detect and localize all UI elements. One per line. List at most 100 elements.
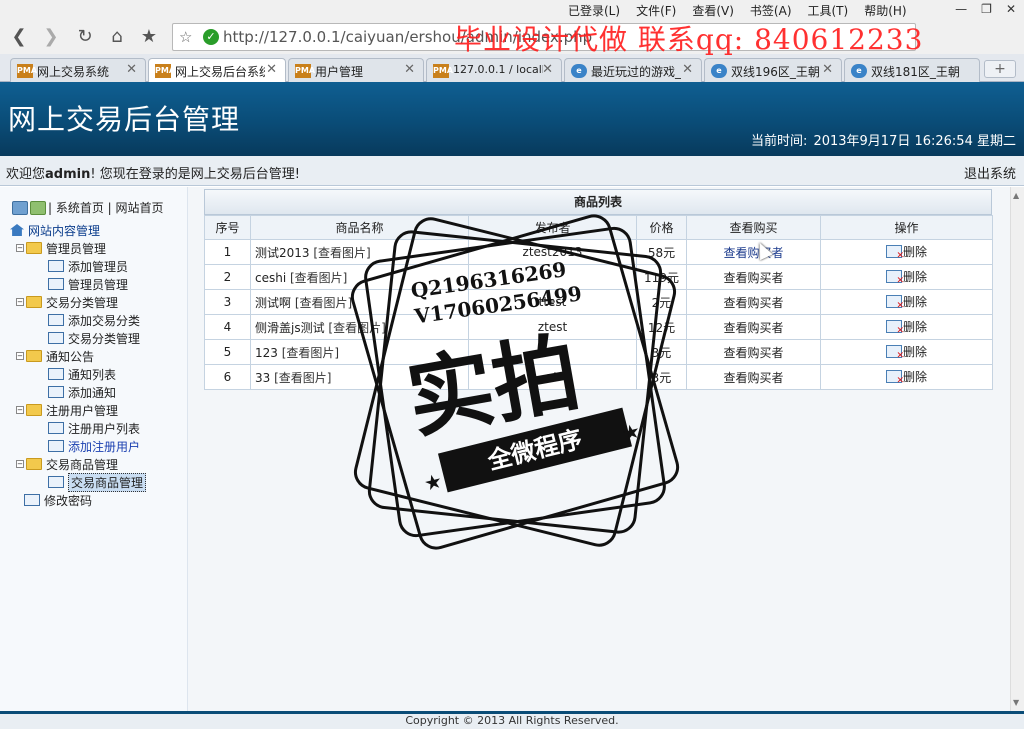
- cell-id: 3: [204, 289, 251, 315]
- cell-actions: 删除: [820, 289, 993, 315]
- welcome-message: 欢迎您admin! 您现在登录的是网上交易后台管理!: [6, 167, 300, 182]
- scroll-up-icon[interactable]: ▲: [1013, 191, 1019, 200]
- view-buyers-link[interactable]: 查看购买者: [723, 321, 783, 335]
- tree-root[interactable]: 网站内容管理: [10, 221, 146, 239]
- tab-5[interactable]: e 最近玩过的游戏_ ✕: [564, 58, 702, 82]
- back-icon[interactable]: ❮: [6, 24, 32, 50]
- tab-2[interactable]: PMA 网上交易后台系统 ✕: [148, 58, 286, 82]
- pma-icon: PMA: [295, 64, 315, 78]
- minimize-icon[interactable]: —: [955, 2, 967, 16]
- tree-item-change-password[interactable]: 修改密码: [10, 491, 146, 509]
- tree-group-users[interactable]: − 注册用户管理: [10, 401, 146, 419]
- collapse-icon[interactable]: −: [16, 460, 24, 468]
- cell-buyers: 查看购买者: [686, 289, 821, 315]
- delete-icon: [885, 245, 904, 261]
- page-icon: [48, 368, 64, 380]
- menu-tools[interactable]: 工具(T): [808, 2, 849, 19]
- goods-name: 侧滑盖js测试: [255, 320, 325, 335]
- tab-close-icon[interactable]: ✕: [404, 62, 415, 77]
- tree-group-admin[interactable]: − 管理员管理: [10, 239, 146, 257]
- menu-file[interactable]: 文件(F): [636, 2, 676, 19]
- delete-button[interactable]: 删除: [885, 318, 927, 336]
- cell-actions: 删除: [820, 339, 993, 365]
- tab-close-icon[interactable]: ✕: [542, 62, 553, 77]
- cell-id: 1: [204, 239, 251, 265]
- collapse-icon[interactable]: −: [16, 244, 24, 252]
- menu-view[interactable]: 查看(V): [692, 2, 734, 19]
- home-icon: [10, 224, 24, 236]
- star-icon[interactable]: ☆: [179, 28, 192, 46]
- tab-label: 最近玩过的游戏_: [591, 65, 681, 79]
- reload-icon[interactable]: ↻: [72, 24, 98, 50]
- tab-4[interactable]: PMA 127.0.0.1 / localhost ✕: [426, 58, 562, 82]
- collapse-icon[interactable]: −: [16, 298, 24, 306]
- ie-icon: e: [711, 64, 727, 78]
- tab-6[interactable]: e 双线196区_王朝 ✕: [704, 58, 842, 82]
- view-picture-link[interactable]: [查看图片]: [282, 346, 339, 360]
- tab-7[interactable]: e 双线181区_王朝: [844, 58, 980, 82]
- tree-item-manage-admin[interactable]: 管理员管理: [10, 275, 146, 293]
- cell-buyers: 查看购买者: [686, 339, 821, 365]
- tree-item-add-user[interactable]: 添加注册用户: [10, 437, 146, 455]
- tree-item-notice-list[interactable]: 通知列表: [10, 365, 146, 383]
- new-tab-button[interactable]: +: [984, 60, 1016, 78]
- view-picture-link[interactable]: [查看图片]: [290, 271, 347, 285]
- pma-icon: PMA: [17, 64, 37, 78]
- cell-actions: 删除: [820, 364, 993, 390]
- browser-menubar: 已登录(L) 文件(F) 查看(V) 书签(A) 工具(T) 帮助(H) — ❐…: [0, 0, 1024, 20]
- bookmark-icon[interactable]: ★: [136, 24, 162, 50]
- tree-item-add-admin[interactable]: 添加管理员: [10, 257, 146, 275]
- app-title: 网上交易后台管理: [8, 103, 241, 136]
- tab-close-icon[interactable]: ✕: [126, 62, 137, 77]
- delete-icon: [885, 295, 904, 311]
- delete-button[interactable]: 删除: [885, 343, 927, 361]
- tab-close-icon[interactable]: ✕: [682, 62, 693, 77]
- delete-button[interactable]: 删除: [885, 368, 927, 386]
- view-buyers-link[interactable]: 查看购买者: [723, 346, 783, 360]
- collapse-icon[interactable]: −: [16, 406, 24, 414]
- nav-tree: 网站内容管理 − 管理员管理 添加管理员 管理员管理 − 交易分类管理 添加交易…: [10, 221, 147, 509]
- tab-label: 网上交易系统: [37, 65, 110, 79]
- home-links[interactable]: | 系统首页 | 网站首页: [48, 199, 164, 216]
- logout-link[interactable]: 退出系统: [964, 163, 1016, 182]
- restore-icon[interactable]: ❐: [981, 2, 992, 16]
- close-icon[interactable]: ✕: [1006, 2, 1016, 16]
- page-icon: [24, 494, 40, 506]
- tab-3[interactable]: PMA 用户管理 ✕: [288, 58, 424, 82]
- delete-button[interactable]: 删除: [885, 243, 927, 261]
- delete-button[interactable]: 删除: [885, 293, 927, 311]
- view-buyers-link[interactable]: 查看购买者: [723, 296, 783, 310]
- view-buyers-link[interactable]: 查看购买者: [723, 371, 783, 385]
- page-scrollbar[interactable]: ▲ ▼: [1010, 187, 1024, 711]
- tree-group-goods[interactable]: − 交易商品管理: [10, 455, 146, 473]
- tree-item-user-list[interactable]: 注册用户列表: [10, 419, 146, 437]
- scroll-down-icon[interactable]: ▼: [1013, 698, 1019, 707]
- collapse-icon[interactable]: −: [16, 352, 24, 360]
- pma-icon: PMA: [155, 64, 175, 78]
- home-icon[interactable]: ⌂: [104, 24, 130, 50]
- view-buyers-link[interactable]: 查看购买者: [723, 271, 783, 285]
- tree-item-add-notice[interactable]: 添加通知: [10, 383, 146, 401]
- tab-1[interactable]: PMA 网上交易系统 ✕: [10, 58, 146, 82]
- menu-logged-in[interactable]: 已登录(L): [568, 2, 620, 19]
- cell-id: 6: [204, 364, 251, 390]
- goods-name: ceshi: [255, 270, 287, 285]
- tree-group-notice[interactable]: − 通知公告: [10, 347, 146, 365]
- delete-icon: [885, 370, 904, 386]
- tab-close-icon[interactable]: ✕: [266, 62, 277, 77]
- ie-icon: e: [571, 64, 587, 78]
- cell-buyers: 查看购买者: [686, 364, 821, 390]
- tree-group-category[interactable]: − 交易分类管理: [10, 293, 146, 311]
- sidebar: | 系统首页 | 网站首页 网站内容管理 − 管理员管理 添加管理员 管理员管理…: [0, 187, 188, 711]
- tab-close-icon[interactable]: ✕: [822, 62, 833, 77]
- forward-icon[interactable]: ❯: [38, 24, 64, 50]
- tree-item-manage-category[interactable]: 交易分类管理: [10, 329, 146, 347]
- view-picture-link[interactable]: [查看图片]: [274, 371, 331, 385]
- menu-help[interactable]: 帮助(H): [864, 2, 906, 19]
- cell-buyers: 查看购买者: [686, 314, 821, 340]
- menu-bookmarks[interactable]: 书签(A): [750, 2, 792, 19]
- folder-icon: [26, 242, 42, 254]
- tree-item-add-category[interactable]: 添加交易分类: [10, 311, 146, 329]
- tree-item-manage-goods[interactable]: 交易商品管理: [10, 472, 147, 492]
- delete-button[interactable]: 删除: [885, 268, 927, 286]
